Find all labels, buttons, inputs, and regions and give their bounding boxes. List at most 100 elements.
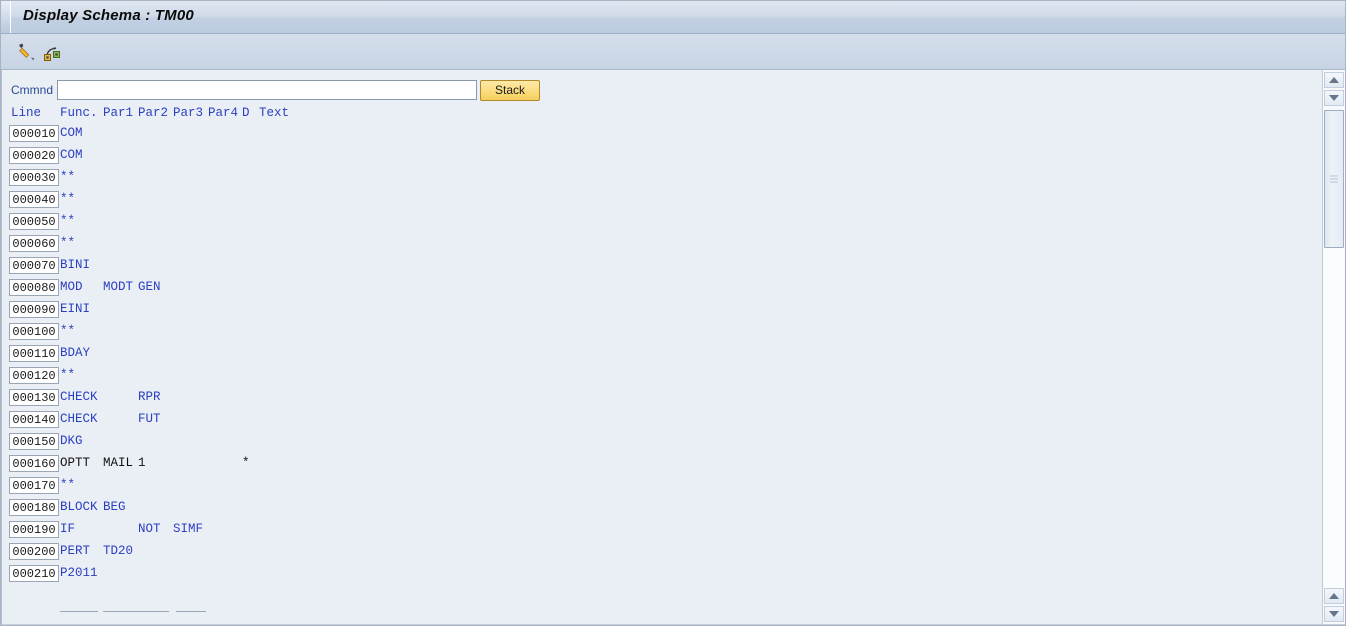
column-header-func: Func. xyxy=(60,106,98,120)
cell-func[interactable]: ** xyxy=(60,192,75,207)
cell-func[interactable]: DKG xyxy=(60,434,83,449)
table-row[interactable]: P2011 xyxy=(2,563,1323,585)
page-title: Display Schema : TM00 xyxy=(23,7,194,24)
chevron-up-icon xyxy=(1329,77,1339,83)
schema-grid: COMCOM********BINIMODMODTGENEINI**BDAY**… xyxy=(2,123,1323,585)
table-row[interactable]: CHECK FUT xyxy=(2,409,1323,431)
line-number-field[interactable] xyxy=(9,323,59,340)
column-header-par3: Par3 xyxy=(173,106,204,120)
cell-par2[interactable]: GEN xyxy=(138,280,161,295)
cell-par1[interactable]: BEG xyxy=(103,500,126,515)
table-row[interactable]: COM xyxy=(2,123,1323,145)
cell-func[interactable]: MOD xyxy=(60,280,83,295)
line-number-field[interactable] xyxy=(9,169,59,186)
line-number-field[interactable] xyxy=(9,147,59,164)
cell-func[interactable]: P2011 xyxy=(60,566,98,581)
cell-par2[interactable]: RPR xyxy=(138,390,161,405)
line-number-field[interactable] xyxy=(9,543,59,560)
column-header-par4: Par4 xyxy=(208,106,239,120)
line-number-field[interactable] xyxy=(9,565,59,582)
table-row[interactable]: COM xyxy=(2,145,1323,167)
column-header-text: Text xyxy=(259,106,290,120)
structure-icon[interactable] xyxy=(39,39,65,65)
cell-func[interactable]: ** xyxy=(60,324,75,339)
table-row[interactable]: ** xyxy=(2,475,1323,497)
chevron-up-icon xyxy=(1329,593,1339,599)
cell-par1[interactable]: MODT xyxy=(103,280,133,295)
line-number-field[interactable] xyxy=(9,257,59,274)
table-row[interactable]: MOD MODT GEN xyxy=(2,277,1323,299)
line-number-field[interactable] xyxy=(9,411,59,428)
line-number-field[interactable] xyxy=(9,389,59,406)
cell-func[interactable]: PERT xyxy=(60,544,90,559)
cell-func[interactable]: OPTT xyxy=(60,456,90,471)
edit-icon[interactable] xyxy=(13,39,39,65)
cell-func[interactable]: EINI xyxy=(60,302,90,317)
scroll-down-button-bottom[interactable] xyxy=(1324,606,1344,622)
cell-func[interactable]: IF xyxy=(60,522,75,537)
cell-par1[interactable]: MAIL xyxy=(103,456,133,471)
cell-par2[interactable]: NOT xyxy=(138,522,161,537)
table-row[interactable]: ** xyxy=(2,167,1323,189)
line-number-field[interactable] xyxy=(9,521,59,538)
command-input[interactable] xyxy=(57,80,477,100)
table-row[interactable]: IF NOT SIMF xyxy=(2,519,1323,541)
cell-func[interactable]: BLOCK xyxy=(60,500,98,515)
table-row[interactable]: OPTT MAIL 1 * xyxy=(2,453,1323,475)
cell-d[interactable]: * xyxy=(242,456,250,471)
line-number-field[interactable] xyxy=(9,477,59,494)
cell-func[interactable]: ** xyxy=(60,236,75,251)
partial-input-field[interactable] xyxy=(60,611,98,625)
cell-func[interactable]: ** xyxy=(60,478,75,493)
vertical-scrollbar[interactable] xyxy=(1322,70,1345,625)
table-row[interactable]: ** xyxy=(2,321,1323,343)
cell-func[interactable]: ** xyxy=(60,214,75,229)
line-number-field[interactable] xyxy=(9,279,59,296)
table-row[interactable]: CHECK RPR xyxy=(2,387,1323,409)
cell-par2[interactable]: 1 xyxy=(138,456,146,471)
table-row[interactable]: ** xyxy=(2,211,1323,233)
line-number-field[interactable] xyxy=(9,367,59,384)
line-number-field[interactable] xyxy=(9,235,59,252)
table-row[interactable]: ** xyxy=(2,365,1323,387)
cell-func[interactable]: COM xyxy=(60,126,83,141)
cell-func[interactable]: CHECK xyxy=(60,390,98,405)
table-row[interactable]: PERT TD20 xyxy=(2,541,1323,563)
scrollbar-track-lower[interactable] xyxy=(1324,248,1344,588)
partial-input-field[interactable] xyxy=(176,611,206,625)
table-row[interactable]: DKG xyxy=(2,431,1323,453)
window-bottom-edge xyxy=(1,624,1345,625)
table-row[interactable]: EINI xyxy=(2,299,1323,321)
scroll-down-button-top[interactable] xyxy=(1324,90,1344,106)
line-number-field[interactable] xyxy=(9,191,59,208)
table-row[interactable]: ** xyxy=(2,233,1323,255)
cell-func[interactable]: COM xyxy=(60,148,83,163)
cell-func[interactable]: BDAY xyxy=(60,346,90,361)
scroll-up-button-bottom[interactable] xyxy=(1324,588,1344,604)
cell-par3[interactable]: SIMF xyxy=(173,522,203,537)
cell-func[interactable]: ** xyxy=(60,170,75,185)
line-number-field[interactable] xyxy=(9,433,59,450)
scrollbar-thumb[interactable] xyxy=(1324,110,1344,248)
cell-par1[interactable]: TD20 xyxy=(103,544,133,559)
cell-par2[interactable]: FUT xyxy=(138,412,161,427)
table-row[interactable]: BLOCK BEG xyxy=(2,497,1323,519)
table-row[interactable]: ** xyxy=(2,189,1323,211)
cell-func[interactable]: ** xyxy=(60,368,75,383)
command-label: Cmmnd xyxy=(11,83,54,97)
chevron-down-icon xyxy=(1329,95,1339,101)
cell-func[interactable]: CHECK xyxy=(60,412,98,427)
stack-button[interactable]: Stack xyxy=(480,80,540,101)
cell-func[interactable]: BINI xyxy=(60,258,90,273)
line-number-field[interactable] xyxy=(9,125,59,142)
line-number-field[interactable] xyxy=(9,213,59,230)
sap-window: Display Schema : TM00 © www.tutorialkar xyxy=(0,0,1346,626)
line-number-field[interactable] xyxy=(9,455,59,472)
table-row[interactable]: BDAY xyxy=(2,343,1323,365)
line-number-field[interactable] xyxy=(9,499,59,516)
line-number-field[interactable] xyxy=(9,301,59,318)
table-row[interactable]: BINI xyxy=(2,255,1323,277)
scroll-up-button-top[interactable] xyxy=(1324,72,1344,88)
line-number-field[interactable] xyxy=(9,345,59,362)
partial-input-field[interactable] xyxy=(103,611,169,625)
